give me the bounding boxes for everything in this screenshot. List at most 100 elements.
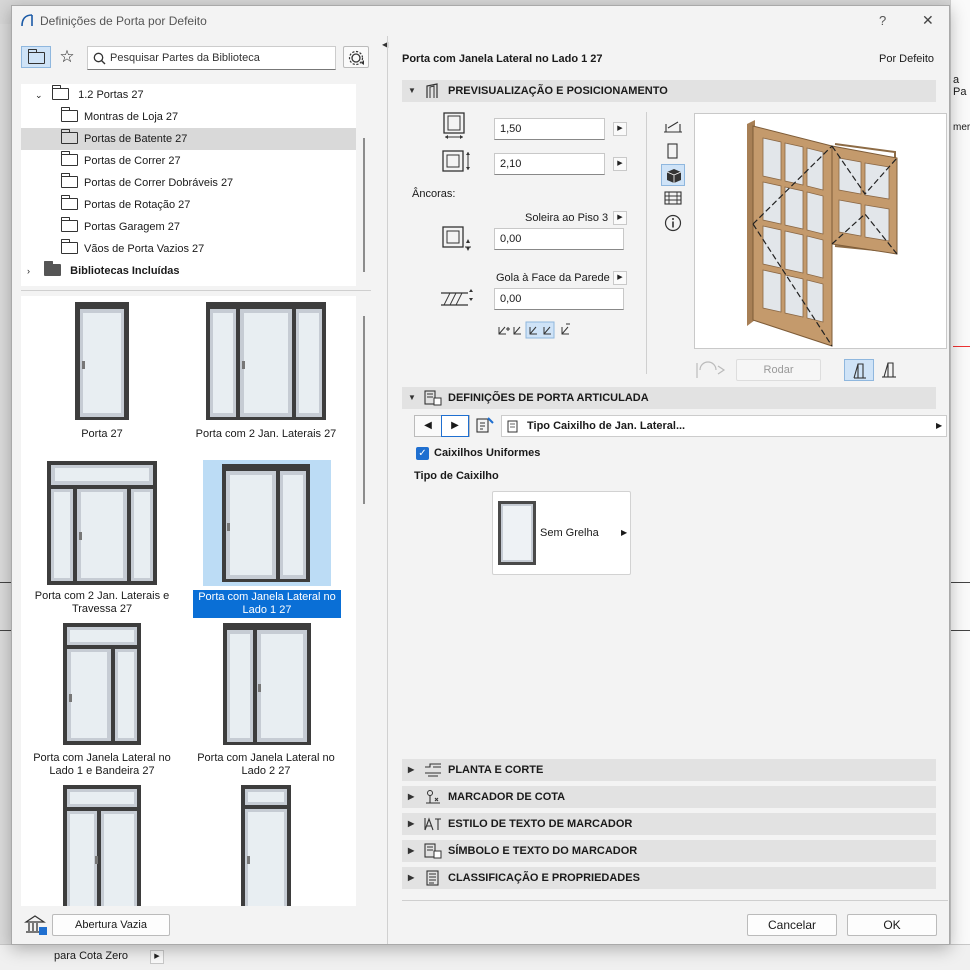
wall-reveal-icon	[441, 289, 473, 306]
search-input[interactable]: Pesquisar Partes da Biblioteca	[87, 46, 336, 70]
3d-view-button[interactable]	[661, 164, 685, 186]
section-dimension-marker[interactable]: ▶ MARCADOR DE COTA	[402, 786, 936, 808]
pane-divider	[21, 290, 371, 291]
width-input[interactable]: 1,50	[494, 118, 605, 140]
info-icon[interactable]	[663, 213, 683, 233]
tree-item[interactable]: Vãos de Porta Vazios 27	[60, 238, 205, 260]
thumbnails-scrollbar[interactable]	[363, 316, 365, 504]
3d-preview-canvas[interactable]	[694, 113, 947, 349]
anchor-point-buttons[interactable]	[496, 321, 586, 339]
folder-icon	[60, 129, 78, 144]
door-thumbnail[interactable]	[222, 622, 312, 746]
folder-icon	[60, 217, 78, 232]
door-thumbnail[interactable]	[74, 301, 130, 421]
elevation-view-icon[interactable]	[664, 142, 682, 160]
section-view-icon[interactable]	[663, 189, 683, 207]
folder-icon	[60, 107, 78, 122]
tree-item[interactable]: Portas de Correr 27	[60, 150, 181, 172]
background-red-line	[953, 346, 970, 347]
tree-item-selected[interactable]: Portas de Batente 27	[21, 128, 356, 150]
folder-icon	[60, 239, 78, 254]
door-settings-dialog: Definições de Porta por Defeito ? ✕ ☆ Pe…	[11, 5, 950, 945]
door-preview-icon	[426, 83, 438, 98]
reveal-input[interactable]: 0,00	[494, 288, 624, 310]
section-marker-symbol-text[interactable]: ▶ SÍMBOLO E TEXTO DO MARCADOR	[402, 840, 936, 862]
edit-list-icon[interactable]	[474, 416, 496, 436]
tree-included-label: Bibliotecas Incluídas	[70, 265, 180, 277]
tree-item-label: Montras de Loja 27	[84, 111, 179, 123]
chevron-right-icon: ▶	[408, 765, 415, 774]
rotate-icon[interactable]	[694, 360, 728, 380]
thumbnail-caption-selected: Porta com Janela Lateral no Lado 1 27	[193, 590, 341, 618]
library-manager-icon[interactable]	[24, 914, 48, 936]
section-hinged-door-settings[interactable]: ▼ DEFINIÇÕES DE PORTA ARTICULADA	[402, 387, 936, 409]
tree-item[interactable]: Portas Garagem 27	[60, 216, 180, 238]
thumbnail-caption: Porta 27	[81, 428, 123, 440]
library-thumbnails: Porta 27 Porta com 2 Jan. Laterais 27 Po…	[21, 296, 356, 906]
tree-item[interactable]: Portas de Rotação 27	[60, 194, 190, 216]
section-title: CLASSIFICAÇÃO E PROPRIEDADES	[448, 872, 640, 884]
plan-view-icon[interactable]	[662, 118, 684, 136]
uniform-sashes-checkbox[interactable]: ✓	[416, 447, 429, 460]
chevron-right-icon: ▶	[621, 528, 628, 537]
height-icon	[442, 150, 470, 172]
door-thumbnail[interactable]	[240, 784, 292, 906]
section-classification-properties[interactable]: ▶ CLASSIFICAÇÃO E PROPRIEDADES	[402, 867, 936, 889]
panel-type-label: Tipo Caixilho de Jan. Lateral...	[527, 420, 686, 432]
tree-root-item[interactable]: ⌄ 1.2 Portas 27	[35, 84, 144, 106]
tree-scrollbar[interactable]	[363, 138, 365, 272]
section-marker-text-style[interactable]: ▶ ESTILO DE TEXTO DE MARCADOR	[402, 813, 936, 835]
door-thumbnail[interactable]	[62, 784, 142, 906]
height-input[interactable]: 2,10	[494, 153, 605, 175]
tree-item[interactable]: Portas de Correr Dobráveis 27	[60, 172, 233, 194]
panel-type-selector[interactable]: Tipo Caixilho de Jan. Lateral... ▶	[501, 415, 947, 437]
pane-splitter[interactable]	[387, 36, 388, 944]
width-arrow-button[interactable]: ▶	[613, 122, 627, 136]
section-title: SÍMBOLO E TEXTO DO MARCADOR	[448, 845, 638, 857]
section-preview-positioning[interactable]: ▼ PREVISUALIZAÇÃO E POSICIONAMENTO	[402, 80, 936, 102]
help-button[interactable]: ?	[879, 13, 886, 28]
section-title: MARCADOR DE COTA	[448, 791, 566, 803]
folder-view-button[interactable]	[21, 46, 51, 68]
library-settings-button[interactable]	[343, 46, 369, 68]
door-thumbnail-selected[interactable]	[221, 463, 311, 583]
sill-input[interactable]: 0,00	[494, 228, 624, 250]
sash-type-selector[interactable]: Sem Grelha ▶	[492, 491, 631, 575]
door-thumbnail[interactable]	[205, 301, 327, 421]
height-arrow-button[interactable]: ▶	[613, 157, 627, 171]
sill-height-icon	[442, 226, 471, 251]
section-plan-section[interactable]: ▶ PLANTA E CORTE	[402, 759, 936, 781]
rotate-button[interactable]: Rodar	[736, 359, 821, 381]
folder-icon	[60, 173, 78, 188]
chevron-right-icon: ▶	[408, 873, 415, 882]
default-label: Por Defeito	[879, 53, 935, 65]
next-button[interactable]: ▶	[441, 415, 469, 437]
background-status-arrow[interactable]: ▶	[150, 950, 164, 964]
door-thumbnail[interactable]	[46, 460, 158, 586]
background-app-side: a Pa mer	[950, 0, 970, 970]
tree-included-libraries[interactable]: › Bibliotecas Incluídas	[27, 260, 180, 282]
background-line	[951, 630, 970, 631]
tree-item-label: Portas de Batente 27	[84, 133, 188, 145]
ok-button[interactable]: OK	[847, 914, 937, 936]
symbol-text-icon	[424, 843, 442, 859]
mirror-left-button[interactable]	[844, 359, 874, 381]
cancel-button[interactable]: Cancelar	[747, 914, 837, 936]
empty-opening-button[interactable]: Abertura Vazia	[52, 914, 170, 936]
previous-button[interactable]: ◀	[415, 416, 441, 436]
close-button[interactable]: ✕	[922, 12, 934, 29]
section-title: PREVISUALIZAÇÃO E POSICIONAMENTO	[448, 85, 668, 97]
tree-item-label: Vãos de Porta Vazios 27	[84, 243, 205, 255]
door-swing-right-icon[interactable]	[880, 361, 898, 379]
tree-item[interactable]: Montras de Loja 27	[60, 106, 179, 128]
reveal-arrow-button[interactable]: ▶	[613, 271, 627, 285]
chevron-right-icon: ▶	[408, 792, 415, 801]
thumbnail-caption: Porta com 2 Jan. Laterais 27	[195, 428, 337, 440]
door-thumbnail[interactable]	[62, 622, 142, 746]
sill-arrow-button[interactable]: ▶	[613, 211, 627, 225]
preview-divider	[646, 112, 647, 374]
panel-type-icon	[507, 420, 518, 433]
classification-icon	[426, 870, 439, 886]
reveal-label: Gola à Face da Parede	[496, 272, 610, 284]
favorites-star-icon[interactable]: ☆	[57, 47, 77, 67]
